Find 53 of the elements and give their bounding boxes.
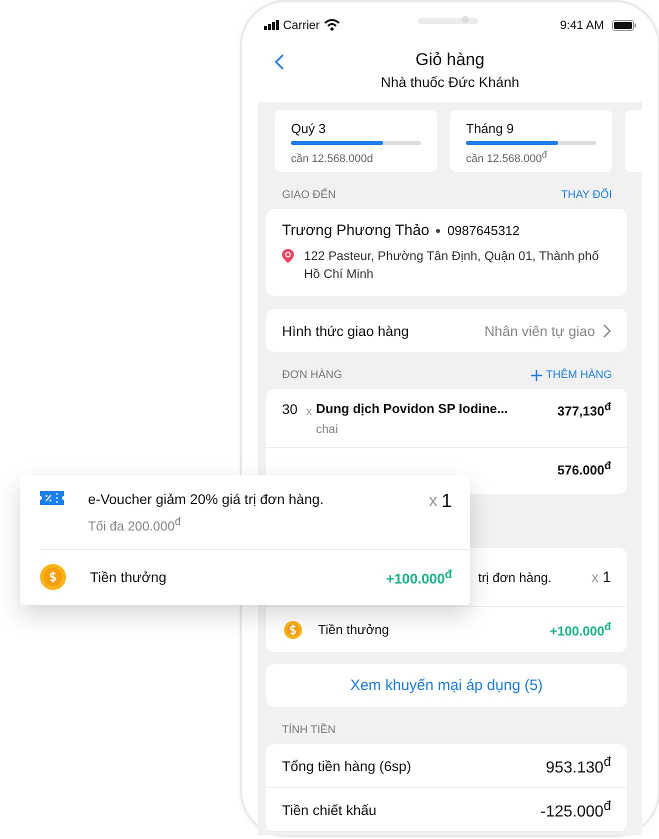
section-title: TÍNH TIỀN [282,724,336,736]
dollar-coin-icon [284,620,302,638]
multiply-sign: x [428,491,438,511]
section-title: ĐƠN HÀNG [282,369,342,381]
bonus-label: Tiền thưởng [318,622,390,637]
address-text: 122 Pasteur, Phường Tân Định, Quận 01, Thành phố Hồ Chí Minh [304,248,600,283]
signal-icon [264,20,279,30]
item-price: 576.000$^{đ}$ [557,460,611,480]
target-remaining: cần 12.568.000$^{đ}$ [466,153,547,165]
item-quantity: 30 [282,401,299,419]
bonus-amount: +100.000$^{đ}$ [386,568,452,586]
section-action-link[interactable]: THÊM HÀNG [531,369,612,381]
voucher-title: e-Voucher giảm 20% giá trị đơn hàng. [88,491,325,507]
item-price: 377,130$^{đ}$ [557,401,611,420]
battery-icon [612,20,636,30]
section-action-link[interactable]: THAY ĐỔI [561,189,612,201]
total-value: 953.130$^{đ}$ [546,754,611,778]
section-title: GIAO ĐẾN [282,189,336,201]
total-label: Tiền chiết khấu [282,802,376,818]
location-pin-icon [282,249,294,263]
voucher-ticket-icon [40,491,64,505]
store-name: Nhà thuốc Đức Khánh [380,74,520,90]
view-promotions-button[interactable]: Xem khuyến mại áp dụng (5) [266,664,627,707]
camera-dot [462,16,469,23]
shipping-label: Hình thức giao hàng [282,322,410,338]
multiply-sign: x [592,569,599,585]
plus-icon [531,370,542,380]
shipping-method-row[interactable]: Hình thức giao hàng Nhân viên tự giao [266,309,627,352]
speaker-slot [418,18,478,24]
clock: 9:41 AM [560,18,604,32]
total-label: Tổng tiền hàng (6sp) [282,758,412,774]
multiply-sign: x [306,404,312,420]
target-remaining: cần 12.568.000d [291,153,373,165]
chevron-right-icon [603,324,611,338]
separator-dot [436,228,440,232]
total-value: -125.000$^{đ}$ [540,798,611,822]
product-unit: chai [316,422,340,436]
bonus-label: Tiền thưởng [90,569,168,585]
wifi-icon [324,19,340,31]
carrier-label: Carrier [283,18,320,32]
voucher-limit: Tối đa 200.000$^{đ}$ [88,516,182,534]
voucher-count: 1 [441,491,452,513]
voucher-title: trị đơn hàng. [478,570,552,584]
target-label: Tháng 9 [466,121,515,136]
bonus-amount: +100.000$^{đ}$ [550,620,611,638]
dollar-coin-icon [40,564,66,590]
voucher-count: 1 [602,568,611,586]
product-name: Dung dịch Povidon SP Iodine... [316,401,509,416]
page-title: Giỏ hàng [416,50,484,70]
recipient-name: Trương Phương Thảo [282,222,430,239]
shipping-value: Nhân viên tự giao [484,322,595,338]
phone-number: 0987645312 [447,223,520,238]
target-label: Quý 3 [291,121,327,136]
